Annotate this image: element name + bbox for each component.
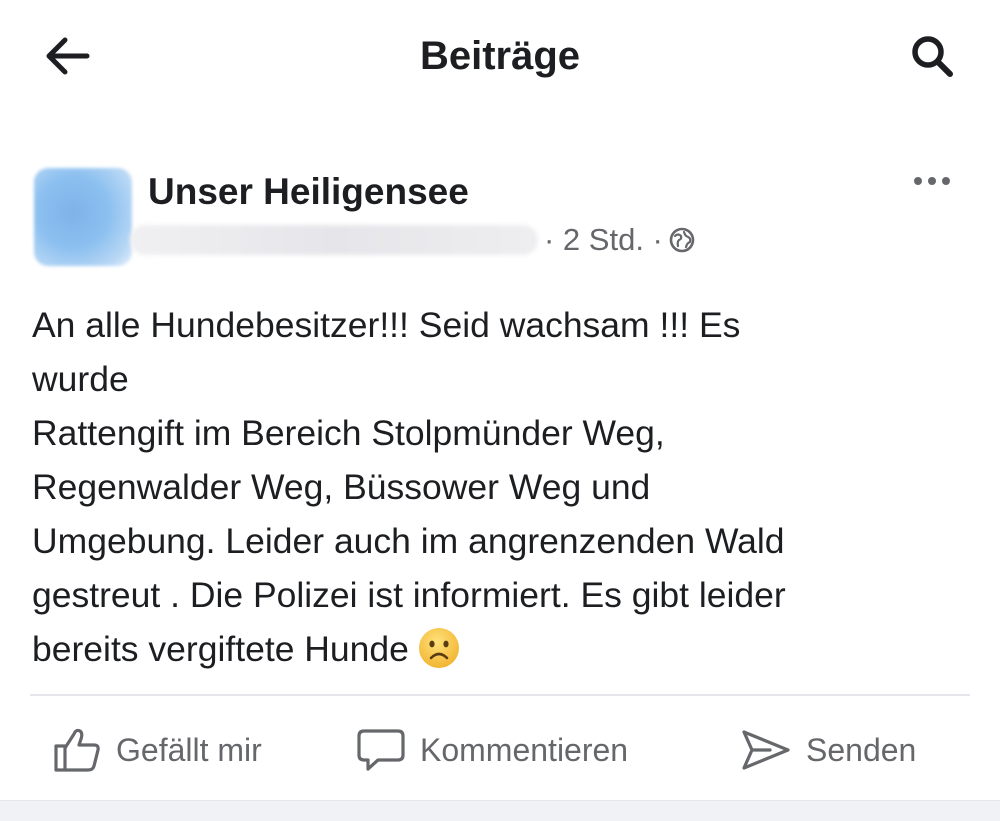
post-text: An alle Hundebesitzer!!! Seid wachsam !!…: [32, 298, 972, 676]
post-text-line: Regenwalder Weg, Büssower Weg und: [32, 467, 651, 507]
post-text-line: bereits vergiftete Hunde: [32, 629, 409, 669]
search-button[interactable]: [904, 30, 960, 82]
post-meta: · 2 Std. ·: [130, 218, 695, 262]
send-button[interactable]: Senden: [740, 712, 916, 788]
comment-label: Kommentieren: [420, 731, 629, 768]
avatar[interactable]: [34, 168, 132, 266]
like-label: Gefällt mir: [116, 731, 262, 768]
post-text-line-last: bereits vergiftete Hunde: [32, 622, 972, 676]
comment-bubble-icon: [357, 729, 405, 771]
divider: [30, 694, 970, 696]
feed-separator: [0, 800, 1000, 821]
frowning-face-emoji: [418, 628, 459, 668]
page-name[interactable]: Unser Heiligensee: [148, 170, 469, 214]
more-options-button[interactable]: [910, 166, 954, 196]
send-label: Senden: [806, 731, 917, 768]
post-text-line: wurde: [32, 359, 129, 399]
like-button[interactable]: Gefällt mir: [52, 712, 262, 788]
post-time[interactable]: · 2 Std. ·: [544, 218, 663, 262]
post-text-line: An alle Hundebesitzer!!! Seid wachsam !!…: [32, 305, 741, 345]
page-title: Beiträge: [419, 34, 581, 78]
blurred-meta-text: [130, 225, 538, 255]
more-dots-icon: [914, 177, 950, 185]
top-bar: Beiträge: [0, 0, 1000, 112]
post-text-line: Umgebung. Leider auch im angrenzenden Wa…: [32, 521, 785, 561]
search-icon: [912, 36, 953, 77]
post-text-line: Rattengift im Bereich Stolpmünder Weg,: [32, 413, 665, 453]
comment-button[interactable]: Kommentieren: [356, 712, 628, 788]
globe-icon: [669, 227, 695, 253]
post-header: Unser Heiligensee · 2 Std. ·: [0, 150, 1000, 280]
send-arrow-icon: [742, 730, 790, 770]
post-actions-bar: Gefällt mir Kommentieren Senden: [0, 712, 1000, 788]
thumbs-up-icon: [54, 728, 100, 772]
post-text-line: gestreut . Die Polizei ist informiert. E…: [32, 575, 786, 615]
